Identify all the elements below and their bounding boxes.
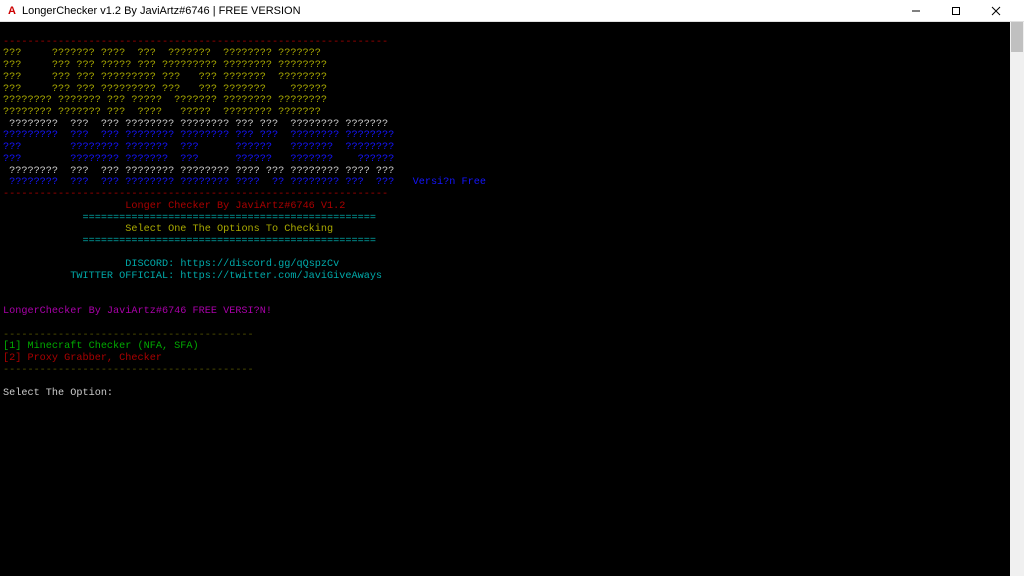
ascii-art-line: ??? ???????? ??????? ??? ?????? ??????? … — [3, 154, 394, 165]
ascii-divider-top: ----------------------------------------… — [3, 37, 388, 48]
ascii-art-line: ??? ??? ??? ????? ??? ????????? ????????… — [3, 60, 327, 71]
terminal-output: ----------------------------------------… — [0, 22, 1010, 576]
ascii-art-line: ??? ??????? ???? ??? ??????? ???????? ??… — [3, 48, 321, 59]
window-titlebar: A LongerChecker v1.2 By JaviArtz#6746 | … — [0, 0, 1024, 22]
vertical-scrollbar[interactable] — [1010, 22, 1024, 576]
window-controls — [896, 0, 1016, 22]
ascii-art-line: ???????? ??? ??? ???????? ???????? ???? … — [3, 177, 394, 188]
input-prompt[interactable]: Select The Option: — [3, 388, 119, 399]
header-divider: ========================================… — [82, 236, 375, 247]
app-icon: A — [8, 5, 16, 17]
dash-divider: ----------------------------------------… — [3, 365, 254, 376]
version-label: Versi?n Free — [394, 177, 486, 188]
header-divider: ========================================… — [82, 213, 375, 224]
header-title: Longer Checker By JaviArtz#6746 V1.2 — [125, 201, 345, 212]
ascii-divider-bottom: ----------------------------------------… — [3, 189, 388, 200]
window-title: LongerChecker v1.2 By JaviArtz#6746 | FR… — [22, 5, 896, 17]
select-message: Select One The Options To Checking — [125, 224, 333, 235]
ascii-art-line: ??? ??? ??? ????????? ??? ??? ??????? ??… — [3, 84, 327, 95]
ascii-art-line: ???????? ??? ??? ???????? ???????? ???? … — [3, 166, 394, 177]
twitter-label: TWITTER OFFICIAL: — [70, 271, 180, 282]
ascii-art-line: ??? ??? ??? ????????? ??? ??? ??????? ??… — [3, 72, 327, 83]
ascii-art-line: ??? ???????? ??????? ??? ?????? ??????? … — [3, 142, 394, 153]
discord-link: https://discord.gg/qQspzCv — [180, 259, 339, 270]
dash-divider: ----------------------------------------… — [3, 330, 254, 341]
app-identifier: LongerChecker By JaviArtz#6746 FREE VERS… — [3, 306, 272, 317]
minimize-button[interactable] — [896, 0, 936, 22]
discord-label: DISCORD: — [125, 259, 180, 270]
ascii-art-line: ????????? ??? ??? ???????? ???????? ??? … — [3, 130, 394, 141]
maximize-button[interactable] — [936, 0, 976, 22]
scrollbar-thumb[interactable] — [1011, 22, 1023, 52]
ascii-art-line: ???????? ??????? ??? ???? ????? ????????… — [3, 107, 321, 118]
menu-option-2: [2] Proxy Grabber, Checker — [3, 353, 162, 364]
close-button[interactable] — [976, 0, 1016, 22]
ascii-art-line: ???????? ??????? ??? ????? ??????? ?????… — [3, 95, 327, 106]
menu-option-1: [1] Minecraft Checker (NFA, SFA) — [3, 341, 199, 352]
ascii-art-line: ???????? ??? ??? ???????? ???????? ??? ?… — [3, 119, 388, 130]
twitter-link: https://twitter.com/JaviGiveAways — [180, 271, 382, 282]
